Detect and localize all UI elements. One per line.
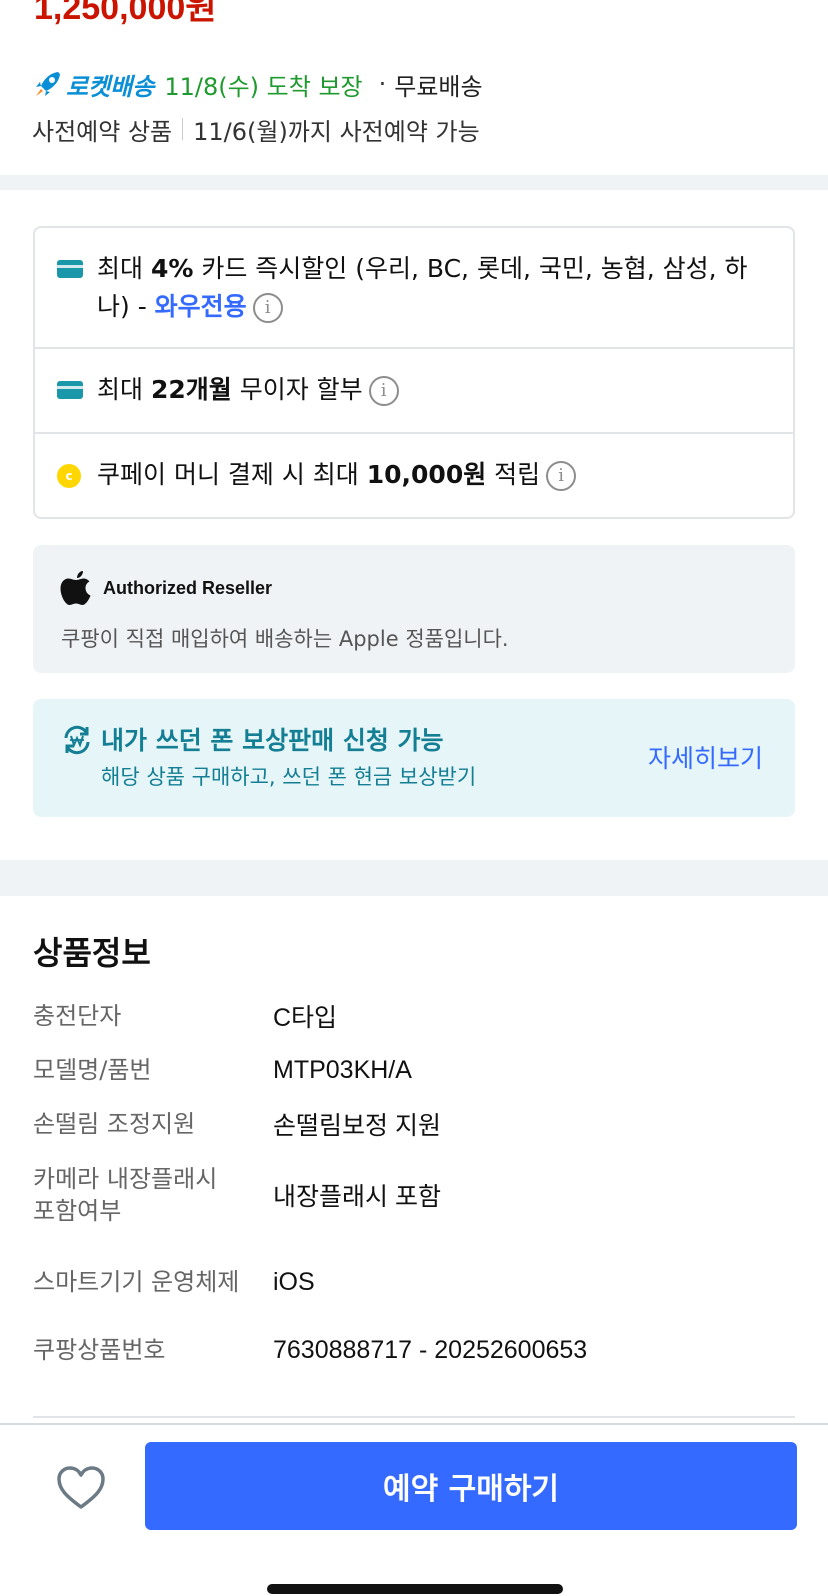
free-shipping-label: 무료배송 — [394, 72, 483, 101]
info-row: 모델명/품번 MTP03KH/A — [33, 1054, 795, 1086]
info-row: 카메라 내장플래시 포함여부 내장플래시 포함 — [33, 1160, 795, 1230]
info-label: 모델명/품번 — [33, 1056, 152, 1084]
rocket-delivery-label: 로켓배송 — [66, 72, 155, 101]
product-info-title: 상품정보 — [33, 934, 151, 972]
info-value: 내장플래시 포함 — [273, 1183, 441, 1211]
benefits-box: 최대 4% 카드 즉시할인 (우리, BC, 롯데, 국민, 농협, 삼성, 하… — [33, 226, 795, 519]
trade-in-subtitle: 해당 상품 구매하고, 쓰던 폰 현금 보상받기 — [101, 765, 477, 789]
preorder-label: 사전예약 상품 — [32, 117, 173, 146]
info-row: 충전단자 C타입 — [33, 1000, 795, 1032]
info-value: 7630888717 - 20252600653 — [273, 1335, 588, 1364]
trade-in-title: 내가 쓰던 폰 보상판매 신청 가능 — [101, 726, 444, 755]
info-value: C타입 — [273, 1004, 338, 1032]
section-divider — [0, 175, 828, 190]
preorder-info: 사전예약 상품 11/6(월)까지 사전예약 가능 — [32, 112, 480, 146]
info-value: iOS — [273, 1267, 315, 1296]
preorder-deadline: 11/6(월)까지 사전예약 가능 — [193, 117, 480, 146]
info-value: MTP03KH/A — [273, 1055, 412, 1084]
product-price: 1,250,000원 — [34, 0, 217, 27]
section-divider — [0, 860, 828, 896]
info-label: 손떨림 조정지원 — [33, 1110, 196, 1138]
arrival-guarantee: 11/8(수) 도착 보장 — [164, 72, 363, 101]
installment-benefit: 최대 22개월 무이자 할부 i — [35, 347, 793, 432]
preorder-buy-button[interactable]: 예약 구매하기 — [145, 1442, 797, 1530]
benefit-highlight: 10,000원 — [366, 460, 487, 489]
info-value: 손떨림보정 지원 — [273, 1112, 441, 1140]
rocket-icon — [36, 72, 60, 96]
apple-logo-icon — [60, 571, 91, 605]
info-label: 쿠팡상품번호 — [33, 1336, 166, 1364]
reseller-header: Authorized Reseller — [59, 569, 272, 607]
info-label: 카메라 내장플래시 포함여부 — [33, 1165, 218, 1225]
divider — [33, 1416, 795, 1418]
info-label: 충전단자 — [33, 1002, 122, 1030]
credit-card-icon — [57, 381, 83, 399]
info-row: 쿠팡상품번호 7630888717 - 20252600653 — [33, 1334, 795, 1366]
home-indicator[interactable] — [267, 1584, 563, 1594]
benefit-text: 무이자 할부 — [231, 375, 363, 404]
benefit-text: 쿠페이 머니 결제 시 최대 — [97, 460, 367, 489]
card-discount-benefit: 최대 4% 카드 즉시할인 (우리, BC, 롯데, 국민, 농협, 삼성, 하… — [35, 228, 793, 347]
separator-dot: · — [378, 70, 387, 98]
benefit-highlight: 22개월 — [150, 375, 232, 404]
reseller-title: Authorized Reseller — [103, 577, 273, 598]
benefit-text: 최대 — [97, 375, 151, 404]
coupay-benefit: c 쿠페이 머니 결제 시 최대 10,000원 적립 i — [35, 432, 793, 517]
info-icon[interactable]: i — [252, 293, 283, 323]
trade-in-won-icon — [64, 725, 90, 755]
credit-card-icon — [57, 260, 83, 278]
benefit-text: 적립 — [486, 460, 541, 489]
trade-in-banner[interactable]: 내가 쓰던 폰 보상판매 신청 가능 해당 상품 구매하고, 쓰던 폰 현금 보… — [33, 699, 795, 817]
divider — [182, 118, 184, 140]
delivery-info: 로켓배송 11/8(수) 도착 보장 · 무료배송 — [32, 66, 483, 102]
info-icon[interactable]: i — [368, 376, 399, 406]
coupay-coin-icon: c — [57, 464, 81, 488]
reseller-description: 쿠팡이 직접 매입하여 배송하는 Apple 정품입니다. — [61, 627, 509, 651]
bottom-action-bar: 예약 구매하기 — [0, 1423, 828, 1596]
benefit-highlight: 4% — [150, 254, 194, 283]
heart-icon[interactable] — [56, 1465, 106, 1511]
info-row: 손떨림 조정지원 손떨림보정 지원 — [33, 1108, 795, 1140]
trade-in-details-link[interactable]: 자세히보기 — [648, 739, 763, 775]
authorized-reseller-box: Authorized Reseller 쿠팡이 직접 매입하여 배송하는 App… — [33, 545, 795, 673]
benefit-text: 최대 — [97, 254, 151, 283]
wow-only-label: 와우전용 — [154, 292, 247, 321]
info-row: 스마트기기 운영체제 iOS — [33, 1247, 795, 1317]
info-label: 스마트기기 운영체제 — [33, 1268, 240, 1296]
info-icon[interactable]: i — [546, 461, 577, 491]
